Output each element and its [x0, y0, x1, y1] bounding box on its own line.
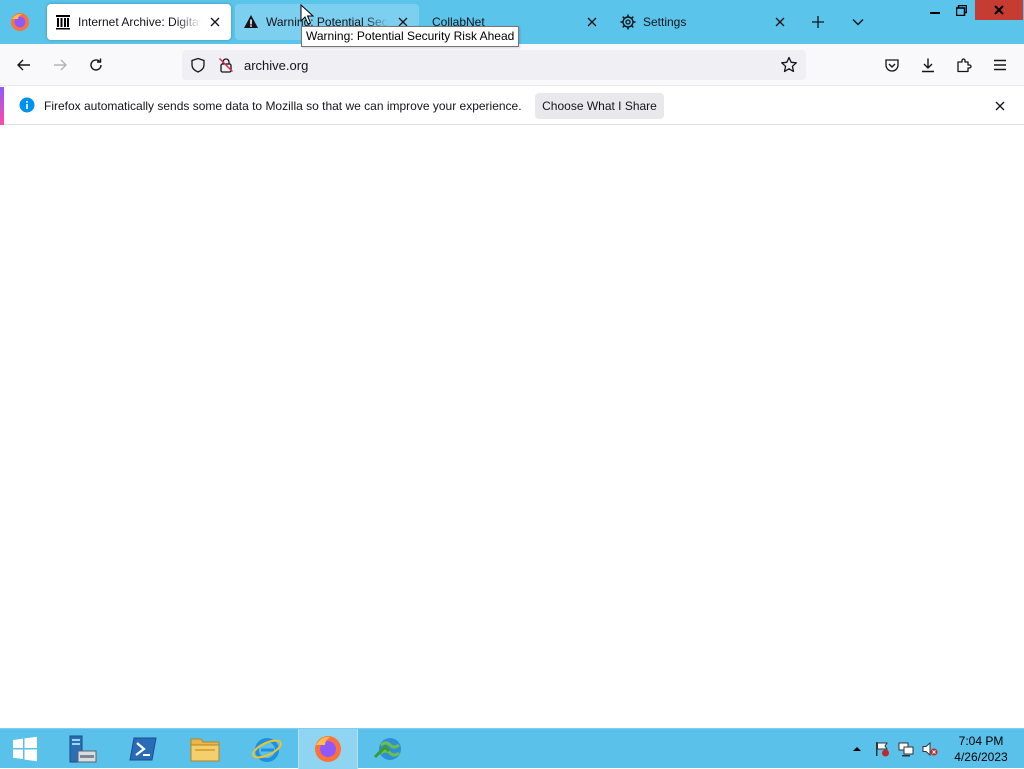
warning-icon	[243, 14, 259, 30]
tab-internet-archive[interactable]: Internet Archive: Digital Library of Fre…	[47, 4, 231, 40]
chevron-down-icon	[852, 19, 864, 26]
tab-title: Settings	[643, 15, 687, 29]
tab-settings[interactable]: Settings	[612, 4, 796, 40]
bookmark-star-icon[interactable]	[780, 56, 798, 74]
close-icon[interactable]	[992, 98, 1008, 114]
clock-date: 4/26/2023	[954, 750, 1008, 764]
arrow-right-icon	[54, 59, 67, 71]
plus-icon	[812, 16, 824, 28]
clock-time: 7:04 PM	[958, 734, 1004, 748]
powershell-icon	[129, 737, 157, 761]
network-app-icon	[373, 738, 401, 760]
firefox-menu-icon[interactable]	[9, 11, 31, 33]
app-menu-button[interactable]	[986, 52, 1014, 78]
reload-icon	[90, 58, 102, 71]
back-button[interactable]	[10, 52, 38, 78]
insecure-lock-icon[interactable]	[218, 57, 234, 73]
internet-explorer-button[interactable]	[237, 729, 297, 769]
speaker-muted-icon[interactable]	[922, 741, 938, 757]
navigation-toolbar: archive.org	[0, 44, 1024, 86]
new-tab-button[interactable]	[806, 10, 830, 34]
tab-title: Internet Archive: Digital Library of Fre…	[78, 15, 201, 29]
network-icon[interactable]	[898, 741, 914, 757]
data-collection-notification: Firefox automatically sends some data to…	[0, 87, 1024, 125]
page-content[interactable]	[0, 126, 1024, 728]
restore-button[interactable]	[948, 0, 974, 20]
powershell-button[interactable]	[113, 729, 173, 769]
system-clock[interactable]: 7:04 PM 4/26/2023	[946, 733, 1016, 765]
firefox-icon	[315, 736, 341, 762]
reload-button[interactable]	[82, 52, 110, 78]
forward-button[interactable]	[46, 52, 74, 78]
close-window-button[interactable]	[975, 0, 1023, 20]
puzzle-piece-icon	[957, 58, 972, 73]
arrow-left-icon	[17, 59, 30, 71]
show-hidden-icons-icon[interactable]	[851, 743, 863, 755]
downloads-button[interactable]	[914, 52, 942, 78]
pocket-icon	[885, 59, 899, 72]
network-app-button[interactable]	[360, 729, 420, 769]
close-icon	[994, 5, 1004, 15]
file-explorer-icon	[190, 738, 220, 762]
address-bar[interactable]: archive.org	[182, 50, 806, 80]
minimize-icon	[930, 12, 940, 14]
choose-what-i-share-button[interactable]: Choose What I Share	[535, 93, 664, 119]
archive-icon	[55, 14, 71, 30]
tab-tooltip: Warning: Potential Security Risk Ahead	[301, 26, 520, 47]
internet-explorer-icon	[252, 738, 282, 762]
download-icon	[922, 58, 934, 73]
url-text[interactable]: archive.org	[244, 58, 780, 73]
action-center-flag-icon[interactable]	[874, 741, 890, 757]
notification-accent-bar	[0, 87, 4, 125]
server-manager-button[interactable]	[52, 729, 112, 769]
list-all-tabs-button[interactable]	[846, 10, 870, 34]
taskbar: 7:04 PM 4/26/2023	[0, 728, 1024, 769]
server-manager-icon	[69, 735, 97, 763]
hamburger-menu-icon	[994, 59, 1006, 71]
tab-close-icon[interactable]	[207, 14, 223, 30]
firefox-taskbar-button[interactable]	[298, 729, 358, 769]
minimize-button[interactable]	[922, 0, 948, 20]
extensions-button[interactable]	[950, 52, 978, 78]
tab-close-icon[interactable]	[584, 14, 600, 30]
info-icon	[19, 97, 35, 113]
gear-icon	[620, 14, 636, 30]
notification-message: Firefox automatically sends some data to…	[44, 99, 522, 113]
start-icon	[13, 736, 37, 762]
mouse-cursor-icon	[300, 4, 314, 25]
pocket-button[interactable]	[878, 52, 906, 78]
file-explorer-button[interactable]	[175, 729, 235, 769]
tab-close-icon[interactable]	[772, 14, 788, 30]
restore-icon	[955, 4, 967, 16]
start-button[interactable]	[0, 729, 50, 769]
tracking-protection-shield-icon[interactable]	[190, 57, 206, 73]
